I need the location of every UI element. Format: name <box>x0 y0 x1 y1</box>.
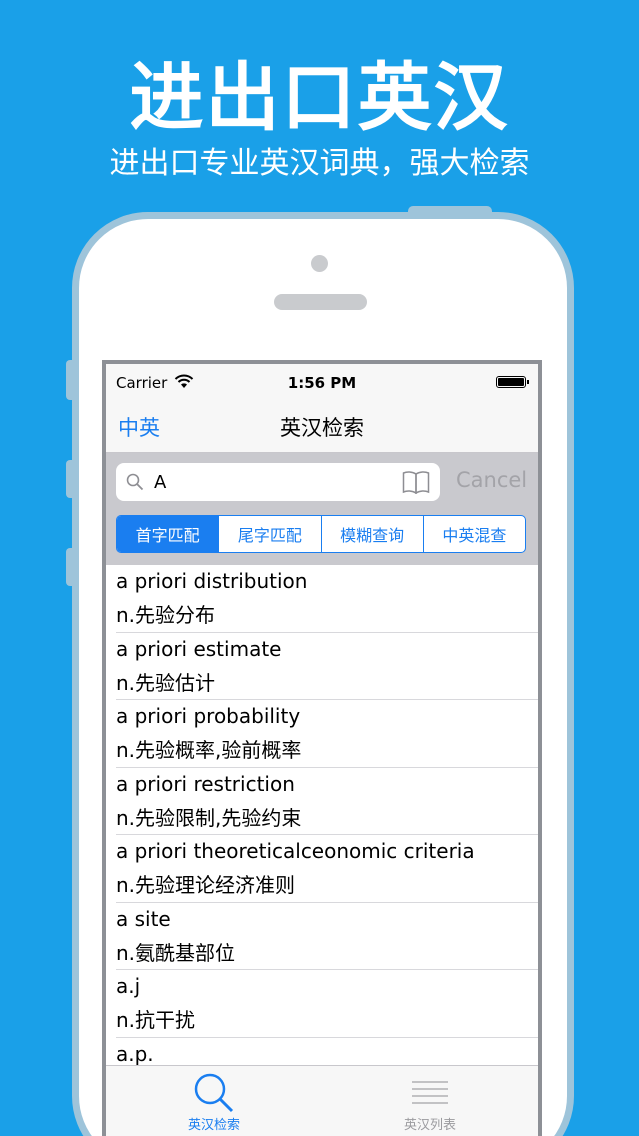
entry-word: a priori probability <box>116 704 301 728</box>
tab-english-chinese-list[interactable]: 英汉列表 <box>322 1066 538 1136</box>
list-item[interactable]: a priori probability n.先验概率,验前概率 <box>106 700 538 768</box>
list-item[interactable]: a.j n.抗干扰 <box>106 970 538 1038</box>
tab-label: 英汉列表 <box>403 1118 456 1133</box>
entry-meaning: n.先验限制,先验约束 <box>116 805 302 830</box>
entry-meaning: n.氨酰基部位 <box>116 940 236 965</box>
cancel-button[interactable]: Cancel <box>456 468 527 492</box>
segment-suffix-match[interactable]: 尾字匹配 <box>218 516 320 552</box>
list-item[interactable]: a site n.氨酰基部位 <box>106 903 538 971</box>
segment-prefix-match[interactable]: 首字匹配 <box>117 516 219 552</box>
search-bar: Cancel <box>106 453 538 511</box>
search-icon <box>126 473 144 491</box>
results-list: a priori distribution n.先验分布 a priori es… <box>106 565 538 1091</box>
search-mode-segmented-control: 首字匹配 尾字匹配 模糊查询 中英混查 <box>116 515 526 553</box>
navigation-bar: 中英 英汉检索 <box>106 402 538 453</box>
segment-mixed-search[interactable]: 中英混查 <box>422 516 525 552</box>
bookmarks-icon[interactable] <box>402 470 430 494</box>
entry-word: a priori restriction <box>116 771 295 796</box>
entry-word: a priori theoreticalceonomic criteria <box>116 839 475 863</box>
status-bar: Carrier 1:56 PM <box>106 364 538 402</box>
entry-meaning: n.先验概率,验前概率 <box>116 738 302 762</box>
search-icon <box>194 1073 234 1113</box>
phone-camera <box>311 255 328 272</box>
search-input[interactable] <box>154 469 394 495</box>
hero-title: 进出口英汉 <box>129 55 510 141</box>
battery-icon <box>496 376 529 388</box>
entry-word: a priori distribution <box>116 569 308 593</box>
entry-meaning: n.先验理论经济准则 <box>116 873 296 897</box>
entry-meaning: n.先验分布 <box>116 603 216 627</box>
entry-word: a.p. <box>116 1041 154 1066</box>
search-field-container[interactable] <box>116 463 440 501</box>
segment-fuzzy-search[interactable]: 模糊查询 <box>320 516 423 552</box>
status-time: 1:56 PM <box>287 374 357 392</box>
tab-label: 英汉检索 <box>187 1118 240 1133</box>
list-icon <box>412 1081 448 1104</box>
list-item[interactable]: a priori estimate n.先验估计 <box>106 633 538 701</box>
app-screen: Carrier 1:56 PM 中英 英汉检索 Cancel 首字匹配 <box>102 360 542 1136</box>
tab-english-chinese-search[interactable]: 英汉检索 <box>106 1066 322 1136</box>
list-item[interactable]: a priori distribution n.先验分布 <box>106 565 538 633</box>
entry-meaning: n.抗干扰 <box>116 1008 196 1032</box>
entry-word: a priori estimate <box>116 636 282 661</box>
page-title: 英汉检索 <box>280 416 364 440</box>
tab-bar: 英汉检索 英汉列表 <box>106 1065 538 1136</box>
entry-meaning: n.先验估计 <box>116 670 216 695</box>
hero-subtitle: 进出口专业英汉词典，强大检索 <box>109 146 530 181</box>
list-item[interactable]: a priori theoreticalceonomic criteria n.… <box>106 835 538 903</box>
entry-word: a site <box>116 906 171 931</box>
list-item[interactable]: a priori restriction n.先验限制,先验约束 <box>106 768 538 836</box>
entry-word: a.j <box>116 974 141 998</box>
phone-speaker <box>274 294 367 310</box>
search-mode-bar: 首字匹配 尾字匹配 模糊查询 中英混查 <box>106 511 538 565</box>
